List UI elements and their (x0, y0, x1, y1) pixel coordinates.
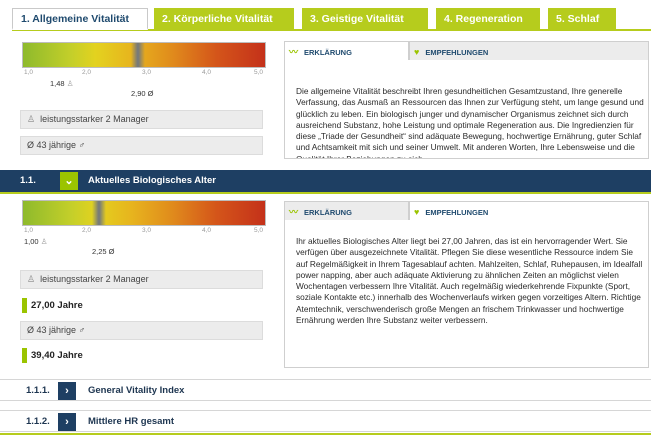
tab-schlaf[interactable]: 5. Schlaf (548, 8, 616, 30)
info-age: Ø 43 jährige ♂ (20, 136, 263, 155)
info-manager-label: leistungsstarker 2 Manager (40, 114, 149, 124)
chevron-down-icon[interactable]: ⌄ (60, 172, 78, 190)
gauge-gradient (23, 201, 265, 225)
scale-tick: 5,0 (254, 69, 264, 76)
vitality-gauge (22, 42, 266, 68)
tab-erklaerung[interactable]: 〰 ERKLÄRUNG (284, 201, 409, 221)
scale-tick: 2,0 (82, 227, 92, 234)
section-title: Aktuelles Biologisches Alter (88, 175, 216, 186)
chevron-right-icon[interactable]: › (58, 413, 76, 431)
value-manager: 27,00 Jahre (22, 298, 262, 313)
main-tab-bar: 1. Allgemeine Vitalität 2. Körperliche V… (12, 8, 646, 30)
person-icon: ♙ (27, 114, 36, 124)
section-title: Mittlere HR gesamt (88, 416, 175, 427)
heart-icon: ♥ (414, 47, 420, 57)
info-age-label: Ø 43 jährige ♂ (27, 325, 86, 335)
tab-empfehlungen-label: EMPFEHLUNGEN (425, 208, 489, 217)
wave-icon: 〰 (289, 207, 299, 217)
tab-erklaerung-label: ERKLÄRUNG (304, 208, 352, 217)
tab-koerperliche-vitalitaet[interactable]: 2. Körperliche Vitalität (154, 8, 294, 30)
gauge-primary-label: 1,00 ♙ (24, 237, 47, 246)
scale-tick: 2,0 (82, 69, 92, 76)
section-title: General Vitality Index (88, 385, 185, 396)
tab-erklaerung-label: ERKLÄRUNG (304, 48, 352, 57)
scale-tick: 4,0 (202, 227, 212, 234)
value-age: 39,40 Jahre (22, 348, 262, 363)
value-bar (22, 298, 27, 313)
gauge-secondary-label: 2,25 Ø (92, 247, 115, 256)
tab-empfehlungen[interactable]: ♥ EMPFEHLUNGEN (409, 201, 649, 221)
tab-empfehlungen[interactable]: ♥ EMPFEHLUNGEN (409, 41, 649, 61)
tab-allgemeine-vitalitaet[interactable]: 1. Allgemeine Vitalität (12, 8, 148, 30)
person-icon: ♙ (40, 237, 48, 246)
person-icon: ♙ (27, 274, 36, 284)
scale-tick: 1,0 (24, 227, 34, 234)
section-number: 1.1.2. (26, 416, 50, 427)
scale-tick: 4,0 (202, 69, 212, 76)
scale-tick: 3,0 (142, 69, 152, 76)
heart-icon: ♥ (414, 207, 420, 217)
info-manager-label: leistungsstarker 2 Manager (40, 274, 149, 284)
section-number: 1.1.1. (26, 385, 50, 396)
value-bar (22, 348, 27, 363)
info-manager: ♙ leistungsstarker 2 Manager (20, 270, 263, 289)
gauge-primary-label: 1,48 ♙ (50, 79, 73, 88)
gauge-secondary-label: 2,90 Ø (131, 89, 154, 98)
section-number: 1.1. (20, 175, 36, 186)
scale-tick: 5,0 (254, 227, 264, 234)
tab-geistige-vitalitaet[interactable]: 3. Geistige Vitalität (302, 8, 428, 30)
scale-tick: 1,0 (24, 69, 34, 76)
chevron-right-icon[interactable]: › (58, 382, 76, 400)
primary-value: 1,00 (24, 237, 39, 246)
section-header-1-1-2[interactable]: 1.1.2. › Mittlere HR gesamt (0, 410, 651, 432)
value-manager-text: 27,00 Jahre (31, 300, 83, 311)
gauge-scale: 1,0 2,0 3,0 4,0 5,0 (22, 69, 266, 77)
recommendations-text: Ihr aktuelles Biologisches Alter liegt b… (296, 236, 643, 326)
tab-empfehlungen-label: EMPFEHLUNGEN (425, 48, 489, 57)
section-header-1-1[interactable]: 1.1. ⌄ Aktuelles Biologisches Alter (0, 170, 651, 192)
info-age: Ø 43 jährige ♂ (20, 321, 263, 340)
person-icon: ♙ (66, 79, 74, 88)
info-manager: ♙ leistungsstarker 2 Manager (20, 110, 263, 129)
gauge-scale: 1,0 2,0 3,0 4,0 5,0 (22, 227, 266, 235)
section-header-1-1-1[interactable]: 1.1.1. › General Vitality Index (0, 379, 651, 401)
tab-regeneration[interactable]: 4. Regeneration (436, 8, 540, 30)
bio-age-gauge (22, 200, 266, 226)
gauge-marker (91, 201, 106, 225)
explanation-text: Die allgemeine Vitalität beschreibt Ihre… (296, 86, 644, 158)
section-divider (0, 192, 651, 194)
scale-tick: 3,0 (142, 227, 152, 234)
primary-value: 1,48 (50, 79, 65, 88)
gauge-marker (130, 43, 145, 67)
info-age-label: Ø 43 jährige ♂ (27, 140, 86, 150)
wave-icon: 〰 (289, 47, 299, 57)
section-divider (0, 433, 651, 435)
tab-erklaerung[interactable]: 〰 ERKLÄRUNG (284, 41, 409, 61)
value-age-text: 39,40 Jahre (31, 350, 83, 361)
